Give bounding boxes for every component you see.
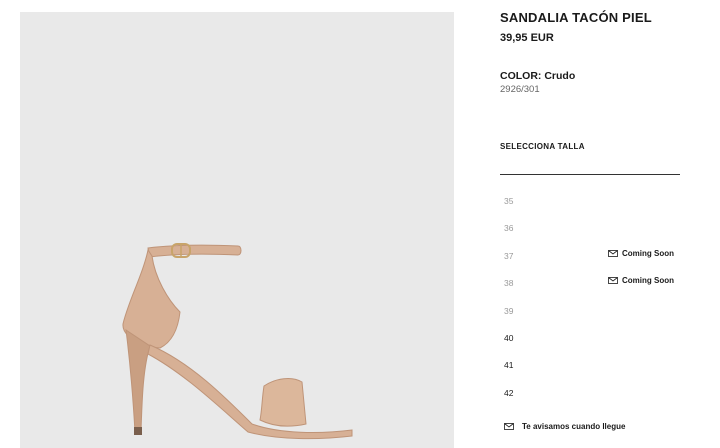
product-title: SANDALIA TACÓN PIEL: [500, 10, 652, 25]
sandal-illustration: [122, 243, 353, 440]
size-selector-title: SELECCIONA TALLA: [500, 142, 585, 151]
size-list: 35 36 37 Coming Soon 38 Coming Soon 39 40 41 42: [500, 192, 680, 411]
size-option-40[interactable]: 40: [500, 329, 680, 356]
size-label: 37: [504, 250, 514, 261]
notify-button[interactable]: Te avisamos cuando llegue: [504, 422, 625, 431]
size-option-35[interactable]: 35: [500, 192, 680, 219]
size-label: 35: [504, 196, 514, 206]
product-image[interactable]: [20, 12, 454, 448]
size-option-37[interactable]: 37 Coming Soon: [500, 247, 680, 274]
envelope-icon: [608, 277, 618, 285]
size-label: 38: [504, 278, 514, 289]
size-label: 40: [504, 332, 514, 343]
size-label: 39: [504, 305, 514, 316]
coming-soon-label: Coming Soon: [622, 276, 674, 286]
size-label: 41: [504, 360, 514, 371]
coming-soon-badge[interactable]: Coming Soon: [608, 249, 674, 258]
size-option-39[interactable]: 39: [500, 302, 680, 329]
product-reference: 2926/301: [500, 84, 540, 95]
size-label: 36: [504, 223, 514, 234]
product-color: COLOR: Crudo: [500, 70, 576, 82]
size-option-42[interactable]: 42: [500, 384, 680, 411]
envelope-icon: [504, 423, 514, 430]
size-label: 42: [504, 387, 514, 398]
size-divider: [500, 174, 680, 175]
notify-label: Te avisamos cuando llegue: [522, 422, 626, 431]
coming-soon-label: Coming Soon: [622, 248, 674, 258]
product-price: 39,95 EUR: [500, 32, 554, 44]
size-option-41[interactable]: 41: [500, 356, 680, 383]
size-option-38[interactable]: 38 Coming Soon: [500, 274, 680, 301]
size-option-36[interactable]: 36: [500, 219, 680, 246]
coming-soon-badge[interactable]: Coming Soon: [608, 276, 674, 285]
envelope-icon: [608, 249, 618, 257]
